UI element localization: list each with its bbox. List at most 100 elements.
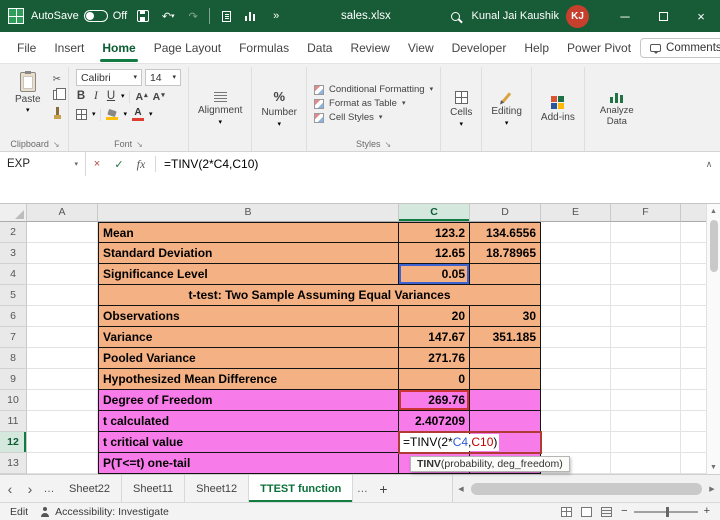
zoom-slider[interactable] [633,506,698,517]
cell-C8[interactable]: 271.76 [399,348,470,369]
user-name[interactable]: Kunal Jai Kaushik [472,10,559,22]
select-all-button[interactable] [0,204,27,222]
scroll-left-icon[interactable]: ◀ [453,485,469,493]
cell-C6[interactable]: 20 [399,306,470,327]
cell-E5[interactable] [541,285,611,306]
cell-A9[interactable] [27,369,98,390]
horizontal-scrollbar[interactable]: ◀ ▶ [452,475,720,502]
cell-D2[interactable]: 134.6556 [470,222,541,243]
tab-insert[interactable]: Insert [45,32,93,63]
ribbon-group-addins[interactable]: Add-ins [532,67,585,151]
accessibility-status[interactable]: Accessibility: Investigate [40,506,169,518]
cell-E2[interactable] [541,222,611,243]
cell-C10[interactable]: 269.76 [399,390,470,411]
previous-sheet-button[interactable]: ‹ [0,475,20,502]
cancel-button[interactable]: × [86,152,108,176]
cell-E3[interactable] [541,243,611,264]
ribbon-group-number[interactable]: % Number ▾ [252,67,308,151]
cell-D6[interactable]: 30 [470,306,541,327]
cell-E6[interactable] [541,306,611,327]
tab-power-pivot[interactable]: Power Pivot [558,32,640,63]
format-as-table-button[interactable]: Format as Table ▾ [314,98,433,109]
italic-button[interactable]: I [91,90,101,103]
sheet-tab-ttest-function[interactable]: TTEST function [249,475,354,502]
cell-B5-merged[interactable]: t-test: Two Sample Assuming Equal Varian… [98,285,541,306]
tab-data[interactable]: Data [298,32,341,63]
cell-E11[interactable] [541,411,611,432]
cell-B9[interactable]: Hypothesized Mean Difference [98,369,399,390]
page-break-view-button[interactable] [601,506,613,517]
row-header-5[interactable]: 5 [0,285,27,306]
sheet-tab-sheet22[interactable]: Sheet22 [58,475,122,502]
bold-button[interactable]: B [76,90,86,103]
column-header-d[interactable]: D [470,204,541,222]
scroll-up-icon[interactable]: ▲ [707,204,720,218]
cell-A8[interactable] [27,348,98,369]
cell-F10[interactable] [611,390,681,411]
tab-help[interactable]: Help [515,32,558,63]
cell-F6[interactable] [611,306,681,327]
cell-A6[interactable] [27,306,98,327]
tab-file[interactable]: File [8,32,45,63]
page-layout-view-button[interactable] [581,506,593,517]
comments-button[interactable]: Comments [640,37,720,58]
horizontal-scroll-thumb[interactable] [471,482,702,495]
font-color-button[interactable]: A [132,108,144,121]
tab-review[interactable]: Review [341,32,398,63]
column-header-b[interactable]: B [98,204,399,222]
cell-F11[interactable] [611,411,681,432]
tab-page-layout[interactable]: Page Layout [145,32,230,63]
save-button[interactable] [134,5,152,27]
row-header-11[interactable]: 11 [0,411,27,432]
zoom-out-icon[interactable]: − [621,506,627,517]
increase-font-button[interactable]: A ▴ [135,91,147,103]
cell-F9[interactable] [611,369,681,390]
cell-D11[interactable] [470,411,541,432]
cell-B12[interactable]: t critical value [98,432,399,453]
dialog-launcher-icon[interactable]: ↘ [136,140,143,149]
cell-C3[interactable]: 12.65 [399,243,470,264]
cell-B8[interactable]: Pooled Variance [98,348,399,369]
enter-button[interactable]: ✓ [108,152,130,176]
search-button[interactable] [447,5,465,27]
row-header-2[interactable]: 2 [0,222,27,243]
undo-button[interactable]: ↶ ▾ [159,5,177,27]
fill-color-button[interactable] [106,108,119,120]
horizontal-scroll-track[interactable] [469,475,704,502]
cell-C4[interactable]: 0.05 [399,264,470,285]
next-sheet-button[interactable]: › [20,475,40,502]
column-header-c[interactable]: C [399,204,470,222]
scroll-down-icon[interactable]: ▼ [707,460,720,474]
cell-styles-button[interactable]: Cell Styles ▾ [314,112,433,123]
cell-F7[interactable] [611,327,681,348]
cell-edit-overlay[interactable]: =TINV(2*C4,C10) [398,431,542,454]
cell-B10[interactable]: Degree of Freedom [98,390,399,411]
paste-button[interactable]: Paste ▾ [9,69,47,138]
analyze-data-button[interactable]: Analyze Data [585,67,649,151]
cell-C7[interactable]: 147.67 [399,327,470,348]
cell-F4[interactable] [611,264,681,285]
cell-A13[interactable] [27,453,98,474]
cell-F2[interactable] [611,222,681,243]
cell-D9[interactable] [470,369,541,390]
cell-E4[interactable] [541,264,611,285]
cell-D10[interactable] [470,390,541,411]
ribbon-group-editing[interactable]: Editing ▾ [482,67,532,151]
cell-A10[interactable] [27,390,98,411]
ribbon-group-cells[interactable]: Cells ▾ [441,67,483,151]
cell-F5[interactable] [611,285,681,306]
row-header-8[interactable]: 8 [0,348,27,369]
cell-C11[interactable]: 2.407209 [399,411,470,432]
dialog-launcher-icon[interactable]: ↘ [53,140,60,149]
cell-E10[interactable] [541,390,611,411]
row-header-10[interactable]: 10 [0,390,27,411]
cell-D4[interactable] [470,264,541,285]
close-button[interactable]: × [682,0,720,32]
cell-B4[interactable]: Significance Level [98,264,399,285]
normal-view-button[interactable] [561,506,573,517]
cell-D7[interactable]: 351.185 [470,327,541,348]
cell-F13[interactable] [611,453,681,474]
zoom-in-icon[interactable]: + [704,506,710,517]
vertical-scroll-thumb[interactable] [709,220,718,272]
sheet-tab-sheet12[interactable]: Sheet12 [185,475,250,502]
